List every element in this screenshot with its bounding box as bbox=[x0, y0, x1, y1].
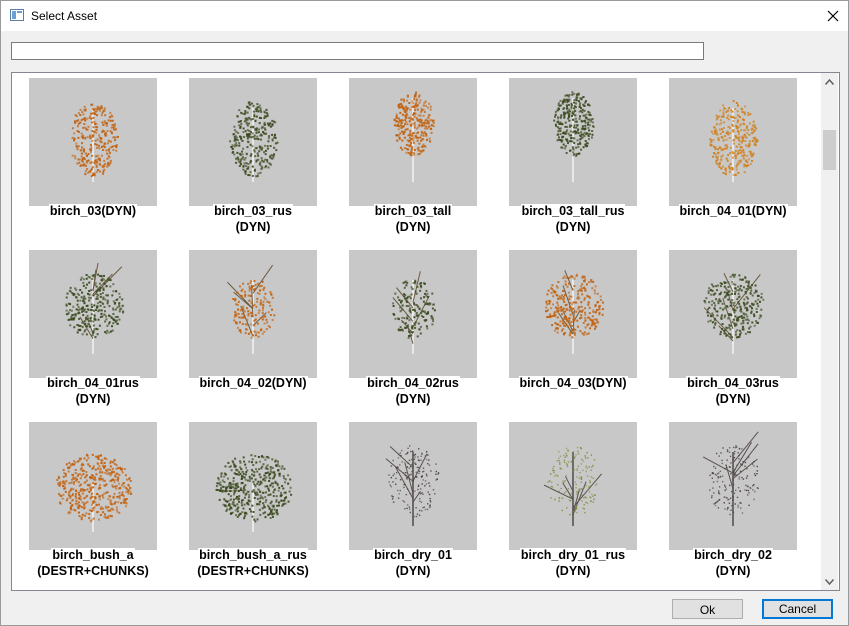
asset-type: (DESTR+CHUNKS) bbox=[196, 564, 310, 578]
tree-icon bbox=[229, 101, 279, 182]
scroll-down-button[interactable] bbox=[821, 573, 838, 590]
close-icon bbox=[827, 10, 839, 22]
asset-thumbnail bbox=[669, 422, 797, 550]
asset-type: (DYN) bbox=[394, 220, 432, 234]
asset-type: (DYN) bbox=[394, 564, 432, 578]
asset-name: birch_03(DYN) bbox=[48, 204, 138, 218]
asset-label: birch_03_rus (DYN) bbox=[173, 203, 333, 235]
asset-name: birch_dry_01_rus bbox=[519, 548, 627, 562]
asset-thumbnail bbox=[509, 422, 637, 550]
asset-thumbnail bbox=[669, 250, 797, 378]
asset-label: birch_bush_a (DESTR+CHUNKS) bbox=[13, 547, 173, 579]
asset-name: birch_04_01(DYN) bbox=[678, 204, 788, 218]
cancel-button[interactable]: Cancel bbox=[762, 599, 833, 619]
asset-thumbnail bbox=[349, 250, 477, 378]
select-asset-dialog: Select Asset birch_03(DYN) birch_03_rus (D… bbox=[0, 0, 849, 626]
asset-name: birch_03_tall_rus bbox=[520, 204, 626, 218]
asset-name: birch_04_02(DYN) bbox=[198, 376, 308, 390]
tree-icon bbox=[703, 273, 765, 354]
tree-icon bbox=[545, 270, 604, 354]
asset-thumbnail bbox=[349, 422, 477, 550]
tree-icon bbox=[71, 103, 119, 182]
window-title: Select Asset bbox=[31, 9, 98, 23]
scrollbar-thumb[interactable] bbox=[823, 130, 836, 170]
asset-name: birch_04_01rus bbox=[46, 376, 140, 390]
tree-icon bbox=[226, 264, 276, 354]
title-bar: Select Asset bbox=[1, 1, 848, 31]
asset-thumbnail bbox=[29, 250, 157, 378]
asset-thumbnail bbox=[509, 250, 637, 378]
asset-type: (DYN) bbox=[74, 392, 112, 406]
asset-thumbnail bbox=[29, 422, 157, 550]
tree-icon bbox=[56, 453, 133, 532]
asset-label: birch_dry_01_rus (DYN) bbox=[493, 547, 653, 579]
asset-type: (DYN) bbox=[394, 392, 432, 406]
asset-label: birch_dry_02 (DYN) bbox=[653, 547, 813, 579]
asset-name: birch_dry_02 bbox=[693, 548, 773, 562]
tree-icon bbox=[543, 446, 602, 526]
asset-name: birch_03_tall bbox=[373, 204, 453, 218]
asset-type: (DYN) bbox=[714, 392, 752, 406]
chevron-down-icon bbox=[825, 578, 834, 585]
asset-label: birch_04_02rus (DYN) bbox=[333, 375, 493, 407]
asset-thumbnail bbox=[349, 78, 477, 206]
asset-thumbnail bbox=[189, 78, 317, 206]
asset-type: (DYN) bbox=[234, 220, 272, 234]
asset-label: birch_04_01(DYN) bbox=[653, 203, 813, 219]
tree-icon bbox=[385, 445, 440, 526]
asset-label: birch_dry_01 (DYN) bbox=[333, 547, 493, 579]
asset-thumbnail bbox=[189, 250, 317, 378]
asset-label: birch_03(DYN) bbox=[13, 203, 173, 219]
asset-thumbnail bbox=[669, 78, 797, 206]
app-window-icon bbox=[10, 9, 24, 21]
asset-label: birch_04_02(DYN) bbox=[173, 375, 333, 391]
asset-thumbnail bbox=[29, 78, 157, 206]
asset-name: birch_bush_a_rus bbox=[198, 548, 308, 562]
scroll-up-button[interactable] bbox=[821, 73, 838, 90]
asset-name: birch_04_03rus bbox=[686, 376, 780, 390]
tree-icon bbox=[702, 431, 759, 526]
search-input[interactable] bbox=[11, 42, 704, 60]
asset-type: (DESTR+CHUNKS) bbox=[36, 564, 150, 578]
asset-label: birch_03_tall (DYN) bbox=[333, 203, 493, 235]
asset-name: birch_bush_a bbox=[51, 548, 135, 562]
asset-type: (DYN) bbox=[554, 220, 592, 234]
close-button[interactable] bbox=[818, 1, 848, 31]
asset-label: birch_04_03(DYN) bbox=[493, 375, 653, 391]
asset-name: birch_04_02rus bbox=[366, 376, 460, 390]
asset-thumbnail bbox=[509, 78, 637, 206]
asset-type: (DYN) bbox=[554, 564, 592, 578]
tree-icon bbox=[215, 454, 293, 532]
tree-icon bbox=[65, 262, 125, 354]
asset-thumbnail bbox=[189, 422, 317, 550]
asset-label: birch_04_03rus (DYN) bbox=[653, 375, 813, 407]
tree-icon bbox=[392, 271, 436, 354]
asset-label: birch_03_tall_rus (DYN) bbox=[493, 203, 653, 235]
tree-icon bbox=[709, 100, 759, 182]
asset-label: birch_04_01rus (DYN) bbox=[13, 375, 173, 407]
asset-grid: birch_03(DYN) birch_03_rus (DYN) birch_03_t… bbox=[11, 72, 840, 591]
tree-icon bbox=[393, 91, 435, 182]
asset-name: birch_dry_01 bbox=[373, 548, 453, 562]
asset-name: birch_03_rus bbox=[213, 204, 293, 218]
vertical-scrollbar[interactable] bbox=[821, 73, 838, 590]
tree-icon bbox=[553, 91, 595, 182]
ok-button[interactable]: Ok bbox=[672, 599, 743, 619]
asset-label: birch_bush_a_rus (DESTR+CHUNKS) bbox=[173, 547, 333, 579]
asset-name: birch_04_03(DYN) bbox=[518, 376, 628, 390]
asset-type: (DYN) bbox=[714, 564, 752, 578]
chevron-up-icon bbox=[825, 78, 834, 85]
